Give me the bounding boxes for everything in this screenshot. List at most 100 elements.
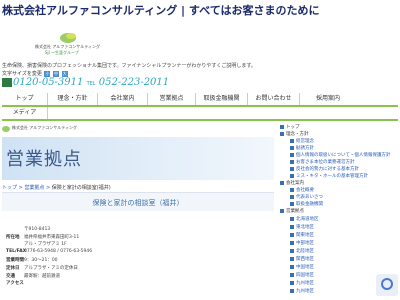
sidebar-subitem[interactable]: 反社会的勢力に対する基本方針 [290,166,359,172]
sidebar-subitem[interactable]: 九州地区 [290,280,314,286]
phone-contact: 0120-05-3911 TEL 052-223-2011 [2,77,169,88]
logo-group-name: Sjl 一生涯グループ [45,50,79,55]
sidebar-subitem[interactable]: ミス・キタ・ホールの基本管理方針 [290,173,368,179]
detail-row: 定休日 アルプラザ・アミの定休日 [6,265,78,271]
breadcrumb-item-offices[interactable]: 営業拠点 [24,185,44,191]
office-name: 保険と家計の相談室（福井） [92,199,184,207]
font-size-small-button[interactable]: 小 [44,70,51,77]
detail-value: 9：30～21：00 [24,258,58,263]
bullet-icon [290,224,294,229]
intro-text: 生命保険、損害保険のプロフェッショナル集団です。ファイナンシャルプランナーがわか… [2,63,256,69]
bullet-icon [290,187,294,192]
bullet-icon [290,173,294,178]
tel-label: TEL [86,81,96,87]
sidebar-subitem[interactable]: 個人情報の取扱いについて・個人情報保護方針 [290,152,390,158]
office-header: 保険と家計の相談室（福井） [2,192,274,211]
toll-free-number[interactable]: 0120-05-3911 [13,77,83,88]
page-title: 営業拠点 [6,149,82,170]
detail-value: アルプラザ・アミの定休日 [24,266,78,271]
breadcrumb: トップ > 営業拠点 > 保険と家計の相談室(福井) [2,185,111,191]
breadcrumb-item-current: 保険と家計の相談室(福井) [51,185,111,191]
sidebar-subitem[interactable]: 取扱金融機関 [290,201,323,207]
sidebar-item-top[interactable]: トップ [280,124,300,130]
bullet-icon [290,272,294,277]
sidebar-subitem[interactable]: 東北地区 [290,224,314,230]
sidebar-subitem[interactable]: 代表あいさつ [290,194,323,200]
detail-row: 所在地 福井県福井市東森田町3-11 [6,234,79,240]
sidebar-subitem[interactable]: 九州地区 [290,288,314,294]
sidebar-item-philosophy[interactable]: 理念・方針 [280,131,309,137]
bullet-icon [290,159,294,164]
bullet-icon [290,166,294,171]
nav-item-offices[interactable]: 営業拠点 [148,93,196,105]
detail-value: 最寄駅：越前鉄道 [24,274,60,279]
nav-divider [2,119,398,121]
sidebar-subitem[interactable]: 関東地区 [290,232,314,238]
bullet-icon [290,248,294,253]
detail-label: アクセス [6,281,24,286]
detail-row: TEL/FAX0776-63-5948 / 0776-63-5946 [6,249,92,254]
detail-row: 営業時間9：30～21：00 [6,257,58,263]
bullet-icon [280,180,284,185]
bullet-icon [290,145,294,150]
detail-label: TEL/FAX [6,249,27,254]
sidebar-subitem[interactable]: 会社概要 [290,187,314,193]
detail-row: アクセス [6,280,24,286]
sub-logo-text: 株式会社 アルファコンサルティング [12,125,77,130]
sidebar-subitem[interactable]: 勧誘方針 [290,145,314,151]
breadcrumb-item-top[interactable]: トップ [2,185,17,191]
nav-item-recruit[interactable]: 採用案内 [300,93,356,105]
bullet-icon [290,264,294,269]
detail-label: 所在地 [6,235,20,240]
nav-item-contact[interactable]: お問い合わせ [248,93,300,105]
sidebar-subitem[interactable]: 北海道地区 [290,216,319,222]
detail-row: 交通 最寄駅：越前鉄道 [6,273,60,279]
recaptcha-badge[interactable] [376,274,398,296]
detail-row: 〒910-8413 [6,226,50,232]
sidebar-item-offices[interactable]: 営業拠点 [280,208,304,214]
detail-value: 0776-63-5948 / 0776-63-5946 [24,249,93,254]
bullet-icon [290,240,294,245]
sidebar-subitem[interactable]: 中国地区 [290,264,314,270]
bullet-icon [290,232,294,237]
detail-value: 福井県福井市東森田町3-11 [24,235,80,240]
detail-value: アル・プラザアミ 1F [24,242,67,247]
sidebar-subitem[interactable]: 関西地区 [290,256,314,262]
main-nav: トップ 理念・方針 会社案内 営業拠点 取扱金融機関 お問い合わせ 採用案内 メ… [2,93,398,121]
detail-label: 交通 [6,274,15,279]
sub-logo[interactable]: 株式会社 アルファコンサルティング [2,123,77,135]
tel-number[interactable]: 052-223-2011 [99,77,169,88]
detail-value: 〒910-8413 [24,227,51,232]
bullet-icon [290,194,294,199]
nav-item-company[interactable]: 会社案内 [98,93,148,105]
sidebar-subitem[interactable]: 四国地区 [290,272,314,278]
nav-item-financial-institutions[interactable]: 取扱金融機関 [196,93,248,105]
font-size-medium-button[interactable]: 中 [53,70,60,77]
detail-label: 営業時間 [6,258,24,263]
logo-leaf-icon [2,126,10,132]
bullet-icon [290,280,294,285]
bullet-icon [280,208,284,213]
free-dial-icon [2,78,12,87]
sidebar-subitem[interactable]: お客さま本位の業務運営方針 [290,159,355,165]
recaptcha-icon [381,278,393,290]
nav-item-top[interactable]: トップ [2,93,48,105]
detail-row: アル・プラザアミ 1F [6,241,67,247]
company-logo[interactable]: 株式会社 アルファコンサルティング Sjl 一生涯グループ [35,30,105,60]
nav-divider [2,105,398,107]
sidebar-subitem[interactable]: 経営理念 [290,138,314,144]
bullet-icon [290,201,294,206]
bullet-icon [280,131,284,136]
sidebar-subitem[interactable]: 北陸地区 [290,248,314,254]
sidebar-item-company[interactable]: 会社案内 [280,180,304,186]
bullet-icon [290,138,294,143]
bullet-icon [290,256,294,261]
nav-item-philosophy[interactable]: 理念・方針 [48,93,98,105]
sidebar-subitem[interactable]: 中部地区 [290,240,314,246]
site-title[interactable]: 株式会社アルファコンサルティング | すべてはお客さまのために [2,2,398,18]
bullet-icon [290,152,294,157]
nav-item-media[interactable]: メディア [2,107,48,119]
bullet-icon [290,216,294,221]
font-size-large-button[interactable]: 大 [61,70,68,77]
page-banner: 営業拠点 [2,137,274,180]
